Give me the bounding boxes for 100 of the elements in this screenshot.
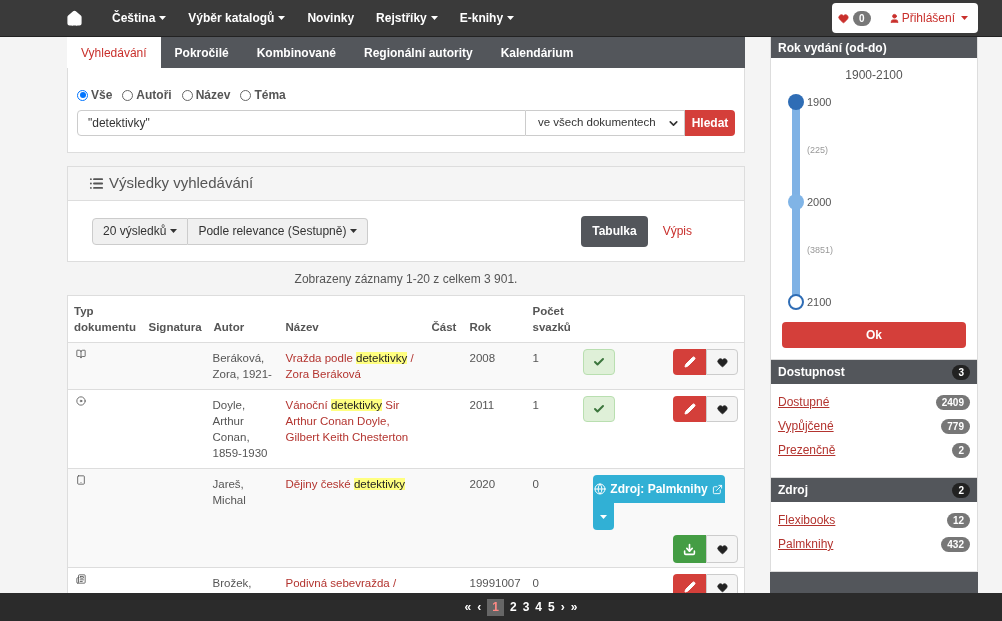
page-link[interactable]: 3 (522, 598, 530, 616)
count-label: (225) (807, 144, 828, 157)
author-cell-text: Jareš, Michal (212, 477, 247, 508)
volumes-cell: 0 (532, 577, 539, 589)
user-icon (888, 12, 900, 24)
nav-menu-item[interactable]: Rejstříky (365, 9, 449, 27)
check-icon (592, 403, 605, 415)
scope-radio[interactable]: Název (181, 86, 231, 104)
year-cell: 2011 (469, 399, 495, 411)
search-field[interactable]: "detektivky" (77, 110, 526, 136)
column-header: Část (425, 295, 464, 343)
favorites-count: 0 (853, 10, 871, 26)
slider-handle[interactable] (788, 94, 804, 111)
page-size-dropdown[interactable]: 20 výsledků (92, 217, 189, 245)
facet-title: Zdroj (778, 482, 808, 499)
count-badge: 2409 (935, 394, 970, 410)
search-tab[interactable]: Kalendárium (486, 37, 588, 68)
favorite-button[interactable] (706, 349, 738, 375)
home-icon[interactable] (66, 9, 83, 27)
facet-link[interactable]: Flexibooks (778, 511, 836, 529)
count-badge: 3 (952, 364, 970, 380)
view-toggle[interactable]: Tabulka (581, 215, 648, 247)
title-link[interactable]: Vánoční detektivky Sir Arthur Conan Doyle, Gilbert Keith Chesterton (285, 397, 420, 445)
search-tab[interactable]: Pokročilé (160, 37, 243, 68)
facet-link[interactable]: Palmknihy (778, 535, 834, 553)
count-badge: 779 (941, 418, 970, 434)
available-button[interactable] (582, 396, 615, 422)
next-page-link[interactable]: › (560, 598, 565, 616)
nav-menu-item[interactable]: Novinky (296, 9, 366, 27)
panel-title: Výsledky vyhledávání (109, 173, 254, 194)
favorite-button[interactable] (706, 574, 738, 593)
pencil-icon (683, 403, 696, 415)
nav-menu-item[interactable]: Čeština (101, 9, 178, 27)
scope-radio[interactable]: Vše (77, 86, 113, 104)
author-cell-text: Brožek, (212, 576, 253, 591)
count-label: (3851) (807, 244, 833, 257)
view-toggle[interactable]: Výpis (651, 215, 703, 247)
year-cell: 2020 (469, 478, 496, 490)
dropdown-toggle[interactable] (592, 503, 614, 530)
column-header: Signatura (142, 295, 208, 343)
year-cell: 19991007 (469, 577, 521, 589)
slider-handle[interactable] (788, 294, 804, 311)
edit-button[interactable] (673, 349, 706, 375)
count-badge: 432 (941, 536, 970, 552)
heart-icon (716, 403, 728, 415)
author-cell-text: Doyle, Arthur Conan, 1859-1930 (212, 398, 269, 461)
results-summary: Zobrazeny záznamy 1-20 z celkem 3 901. (293, 271, 519, 288)
nav-menu-item[interactable]: Výběr katalogů (177, 9, 297, 27)
page-link[interactable]: 2 (509, 598, 517, 616)
login-link[interactable]: Přihlášení (888, 9, 968, 27)
nav-menu-item[interactable]: E-knihy (448, 9, 526, 27)
search-button[interactable]: Hledat (685, 110, 735, 136)
favorite-button[interactable] (706, 535, 738, 563)
list-icon (89, 176, 104, 191)
sort-dropdown[interactable]: Podle relevance (Sestupně) (188, 217, 369, 245)
year-label: 1900 (807, 95, 832, 110)
heart-icon (716, 543, 728, 555)
year-cell: 2008 (469, 352, 496, 364)
column-header: Počet svazků (526, 295, 577, 343)
page-link[interactable]: 5 (548, 598, 555, 616)
panel-title: Rok vydání (od-do) (771, 37, 977, 58)
download-icon (683, 542, 696, 556)
pencil-icon (683, 581, 696, 593)
title-link[interactable]: Podivná sebevražda / (285, 575, 420, 591)
external-link-icon (711, 483, 723, 495)
available-button[interactable] (582, 349, 615, 375)
title-link[interactable]: Dějiny české detektivky (285, 476, 420, 492)
edit-button[interactable] (673, 396, 706, 422)
facet-link[interactable]: Prezenčně (778, 441, 836, 459)
facet-title: Dostupnost (778, 364, 845, 381)
scope-radio[interactable]: Téma (240, 86, 286, 104)
edit-button[interactable] (673, 574, 706, 593)
caret-icon (599, 514, 607, 519)
facet-link[interactable]: Dostupné (778, 393, 830, 411)
pencil-icon (683, 356, 696, 368)
year-label: 2000 (807, 195, 832, 210)
title-link[interactable]: Vražda podle detektivky / Zora Beráková (285, 350, 420, 382)
page-link[interactable]: 4 (535, 598, 543, 616)
search-tab[interactable]: Regionální autority (350, 37, 487, 68)
prev-page-link[interactable]: ‹ (477, 598, 482, 616)
check-icon (592, 356, 605, 368)
scope-select[interactable]: ve všech dokumentech (526, 110, 685, 136)
heart-icon[interactable] (838, 12, 849, 24)
caret-icon (159, 16, 167, 20)
last-page-link[interactable]: » (570, 598, 578, 616)
ok-button[interactable]: Ok (782, 322, 966, 348)
first-page-link[interactable]: « (464, 598, 472, 616)
caret-icon (961, 16, 968, 20)
heart-icon (716, 356, 728, 368)
caret-icon (350, 229, 358, 233)
search-tab[interactable]: Vyhledávání (67, 37, 161, 68)
caret-icon (170, 229, 178, 233)
scope-radio[interactable]: Autoři (122, 86, 172, 104)
favorite-button[interactable] (706, 396, 738, 422)
search-tab[interactable]: Kombinované (242, 37, 350, 68)
caret-icon (507, 16, 515, 20)
column-header: Autor (207, 295, 280, 343)
caret-icon (430, 16, 438, 20)
facet-link[interactable]: Vypůjčené (778, 417, 834, 435)
year-range: 1900-2100 (844, 67, 904, 84)
